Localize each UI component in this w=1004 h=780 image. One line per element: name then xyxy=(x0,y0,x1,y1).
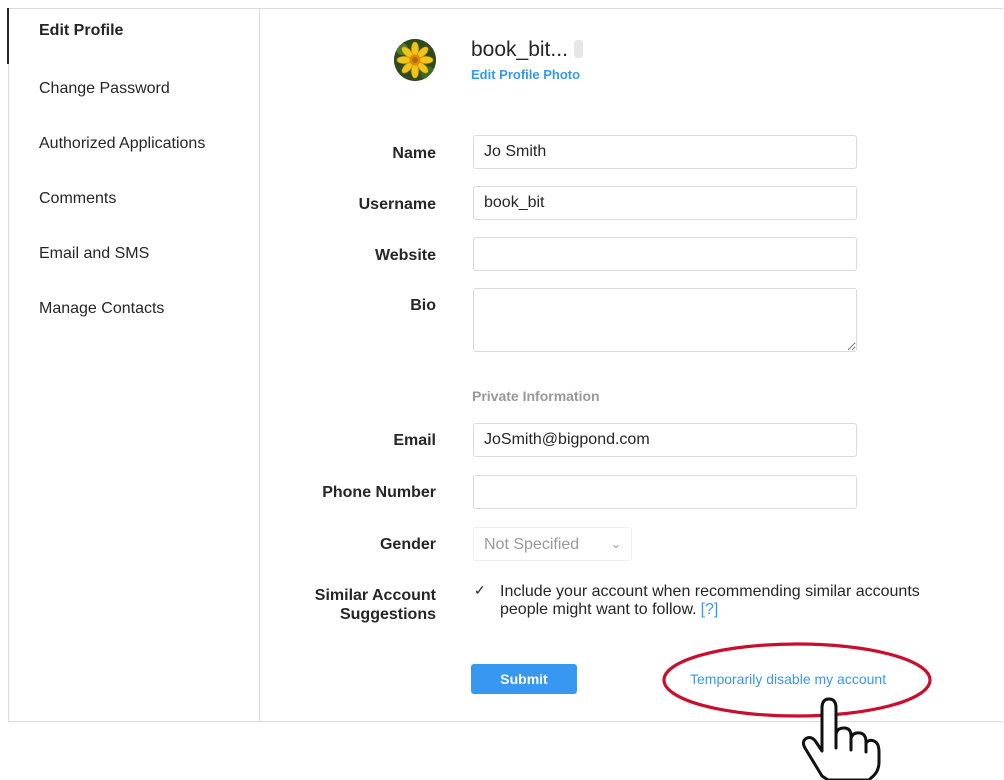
edit-profile-photo-link[interactable]: Edit Profile Photo xyxy=(471,67,580,82)
sidebar-item-comments[interactable]: Comments xyxy=(39,190,116,208)
settings-sidebar: Edit Profile Change Password Authorized … xyxy=(7,8,260,722)
pointing-hand-icon xyxy=(801,697,881,780)
profile-username: book_bit... xyxy=(471,38,583,62)
bio-textarea[interactable] xyxy=(473,288,857,352)
website-input[interactable] xyxy=(473,237,857,271)
profile-username-text: book_bit... xyxy=(471,38,568,61)
gender-select[interactable]: Not Specified ⌄ xyxy=(473,527,632,561)
similar-suggestions-checkbox[interactable]: ✓ xyxy=(474,583,488,597)
sidebar-item-manage-contacts[interactable]: Manage Contacts xyxy=(39,300,164,318)
similar-label-line-1: Similar Account xyxy=(314,587,436,604)
gender-selected-value: Not Specified xyxy=(484,536,580,553)
sidebar-item-edit-profile[interactable]: Edit Profile xyxy=(39,22,123,40)
phone-number-input[interactable] xyxy=(473,475,857,509)
sidebar-item-change-password[interactable]: Change Password xyxy=(39,80,170,98)
username-label: Username xyxy=(358,196,436,213)
private-information-heading: Private Information xyxy=(472,388,600,404)
chevron-down-icon: ⌄ xyxy=(610,537,621,551)
name-label: Name xyxy=(392,145,436,162)
checkmark-icon: ✓ xyxy=(474,582,486,598)
username-input[interactable] xyxy=(473,186,857,220)
sidebar-item-authorized-applications[interactable]: Authorized Applications xyxy=(39,135,205,153)
name-input[interactable] xyxy=(473,135,857,169)
bio-label: Bio xyxy=(410,297,436,314)
submit-button[interactable]: Submit xyxy=(471,664,577,694)
profile-avatar[interactable] xyxy=(394,39,436,81)
username-tag-icon xyxy=(573,40,583,58)
gender-label: Gender xyxy=(379,536,436,553)
email-label: Email xyxy=(393,432,436,449)
similar-account-suggestions-label: Similar Account Suggestions xyxy=(315,586,436,624)
similar-label-line-2: Suggestions xyxy=(339,606,436,623)
website-label: Website xyxy=(374,247,436,264)
active-indicator xyxy=(7,8,9,64)
sunflower-avatar-icon xyxy=(394,39,436,81)
email-input[interactable] xyxy=(473,423,857,457)
similar-suggestions-description: Include your account when recommending s… xyxy=(500,583,920,619)
phone-number-label: Phone Number xyxy=(322,484,436,501)
help-link[interactable]: [?] xyxy=(701,601,719,618)
sidebar-item-email-and-sms[interactable]: Email and SMS xyxy=(39,245,149,263)
